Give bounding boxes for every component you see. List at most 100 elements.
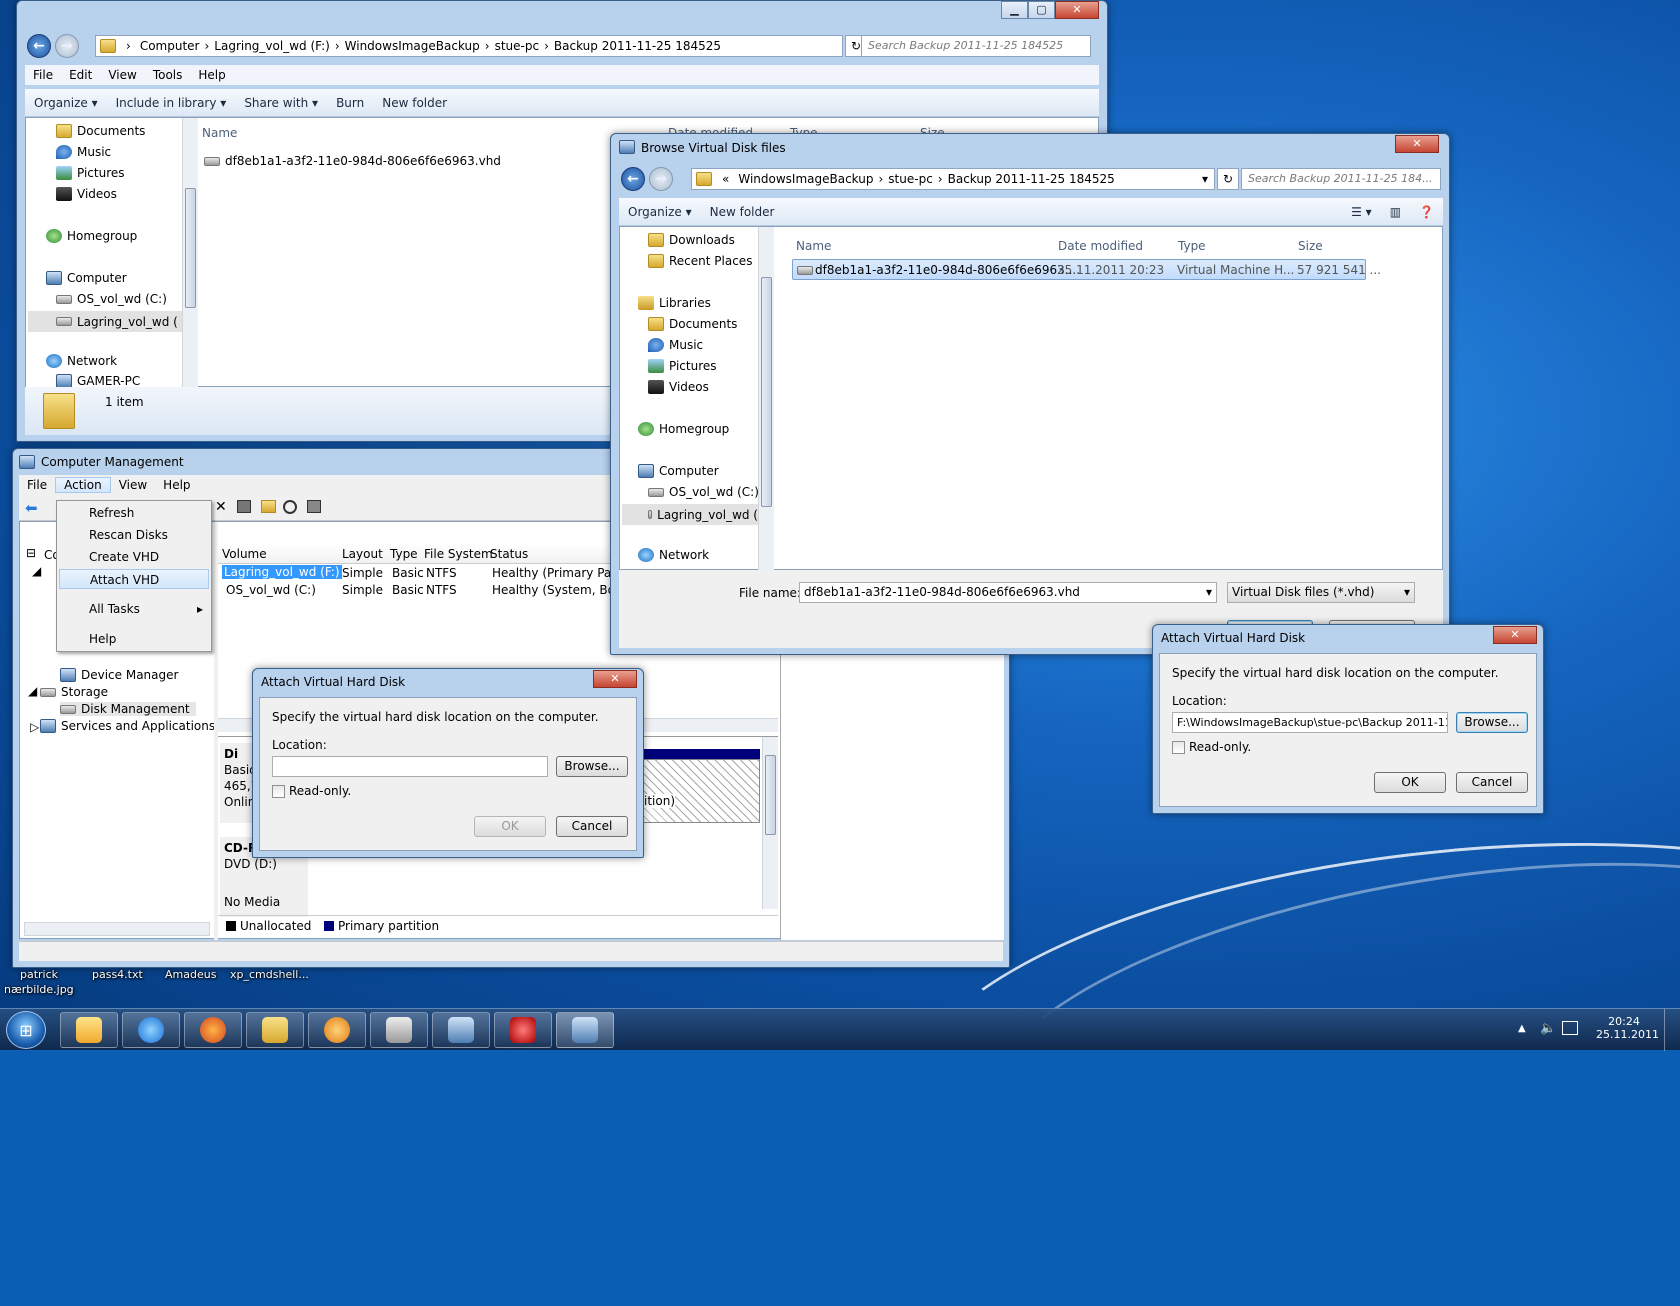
search-input[interactable]: Search Backup 2011-11-25 184525 <box>861 35 1091 57</box>
breadcrumb-item[interactable]: Backup 2011-11-25 184525 <box>943 172 1120 186</box>
taskbar-firefox[interactable] <box>184 1012 242 1048</box>
menu-item-help[interactable]: Help <box>57 629 211 649</box>
file-row[interactable]: df8eb1a1-a3f2-11e0-984d-806e6f6e6963.vhd <box>204 154 501 168</box>
breadcrumb-item[interactable]: stue-pc <box>490 39 545 53</box>
desktop-icon-label[interactable]: Amadeus <box>165 968 216 981</box>
taskbar-computer-management[interactable] <box>556 1012 614 1048</box>
nav-network[interactable]: Network <box>638 548 709 562</box>
tree-expander[interactable]: ▷ <box>30 720 39 734</box>
close-button[interactable]: ✕ <box>593 670 637 688</box>
refresh-button[interactable]: ↻ <box>1217 168 1239 190</box>
show-hidden-icons[interactable]: ▲ <box>1518 1023 1526 1034</box>
new-folder-button[interactable]: New folder <box>701 205 784 219</box>
nav-drive-c[interactable]: OS_vol_wd (C:) <box>56 292 167 306</box>
network-tray-icon[interactable] <box>1562 1021 1578 1035</box>
column-layout[interactable]: Layout <box>342 547 383 561</box>
desktop-icon-label[interactable]: nærbilde.jpg <box>4 983 74 996</box>
tree-expander[interactable]: ◢ <box>32 564 41 578</box>
column-name[interactable]: Name <box>202 126 237 140</box>
taskbar-media-player[interactable] <box>308 1012 366 1048</box>
organize-button[interactable]: Organize ▾ <box>25 96 107 110</box>
column-type[interactable]: Type <box>1178 239 1206 253</box>
address-bar[interactable]: › Computer › Lagring_vol_wd (F:) › Windows… <box>95 35 843 57</box>
menu-help[interactable]: Help <box>155 478 198 492</box>
back-arrow-icon[interactable]: ⬅ <box>25 499 38 517</box>
tree-expander[interactable]: ⊟ <box>26 546 36 560</box>
taskbar-network-app[interactable] <box>432 1012 490 1048</box>
breadcrumb-item[interactable]: Computer <box>135 39 205 53</box>
minimize-button[interactable]: ▁ <box>1001 1 1028 19</box>
menu-tools[interactable]: Tools <box>145 68 191 82</box>
breadcrumb-item[interactable]: WindowsImageBackup <box>340 39 485 53</box>
nav-pictures[interactable]: Pictures <box>648 359 717 373</box>
nav-pictures[interactable]: Pictures <box>56 166 125 180</box>
taskbar-ie[interactable] <box>122 1012 180 1048</box>
file-type-select[interactable]: Virtual Disk files (*.vhd) ▾ <box>1227 582 1415 603</box>
nav-documents[interactable]: Documents <box>56 124 145 138</box>
view-options-icon[interactable]: ☰ ▾ <box>1342 205 1381 219</box>
search-input[interactable]: Search Backup 2011-11-25 184... <box>1241 168 1441 190</box>
nav-homegroup[interactable]: Homegroup <box>46 229 137 243</box>
nav-downloads[interactable]: Downloads <box>648 233 735 247</box>
column-size[interactable]: Size <box>1298 239 1323 253</box>
nav-videos[interactable]: Videos <box>56 187 117 201</box>
menu-file[interactable]: File <box>25 68 61 82</box>
nav-libraries[interactable]: Libraries <box>638 296 711 310</box>
menu-help[interactable]: Help <box>190 68 233 82</box>
tree-disk-management[interactable]: Disk Management <box>60 702 196 716</box>
volume-name[interactable]: OS_vol_wd (C:) <box>226 583 316 597</box>
forward-button[interactable]: → <box>55 34 79 58</box>
scroll-thumb[interactable] <box>761 277 772 507</box>
preview-pane-icon[interactable]: ▥ <box>1381 205 1410 219</box>
address-bar[interactable]: « WindowsImageBackup › stue-pc › Backup 20… <box>691 168 1215 190</box>
ok-button[interactable]: OK <box>474 816 546 837</box>
properties-icon[interactable] <box>237 500 251 513</box>
browse-button[interactable]: Browse... <box>1456 712 1528 733</box>
location-input[interactable]: F:\WindowsImageBackup\stue-pc\Backup 201… <box>1172 712 1448 733</box>
breadcrumb-overflow[interactable]: « <box>718 172 733 186</box>
taskbar-outlook[interactable] <box>60 1012 118 1048</box>
scroll-thumb[interactable] <box>185 188 196 308</box>
chevron-down-icon[interactable]: ▾ <box>1404 583 1410 602</box>
nav-drive-c[interactable]: OS_vol_wd (C:) <box>648 485 759 499</box>
nav-drive-f[interactable]: Lagring_vol_wd ( <box>622 504 758 525</box>
include-in-library-button[interactable]: Include in library ▾ <box>107 96 236 110</box>
clock[interactable]: 20:24 25.11.2011 <box>1596 1015 1659 1041</box>
start-button[interactable]: ⊞ <box>6 1011 46 1049</box>
column-volume[interactable]: Volume <box>222 547 267 561</box>
partition-f[interactable]: :) artition) <box>624 759 760 823</box>
close-button[interactable]: ✕ <box>1055 1 1099 19</box>
column-date[interactable]: Date modified <box>1058 239 1143 253</box>
forward-button[interactable]: → <box>649 167 673 191</box>
checkbox-box[interactable] <box>272 784 285 798</box>
menu-edit[interactable]: Edit <box>61 68 100 82</box>
column-file-system[interactable]: File System <box>424 547 493 561</box>
breadcrumb-item[interactable]: Lagring_vol_wd (F:) <box>209 39 335 53</box>
search-icon[interactable] <box>283 500 297 514</box>
taskbar-calculator[interactable] <box>370 1012 428 1048</box>
nav-documents[interactable]: Documents <box>648 317 737 331</box>
back-button[interactable]: ← <box>621 167 645 191</box>
nav-computer[interactable]: Computer <box>638 464 719 478</box>
taskbar-explorer[interactable] <box>246 1012 304 1048</box>
chevron-down-icon[interactable]: ▾ <box>1202 172 1214 186</box>
readonly-checkbox[interactable]: Read-only. <box>1172 740 1251 754</box>
checkbox-box[interactable] <box>1172 740 1185 754</box>
volume-row-selected[interactable]: Lagring_vol_wd (F:) <box>222 565 342 579</box>
desktop-icon-label[interactable]: xp_cmdshell... <box>230 968 309 981</box>
tree-hscrollbar[interactable] <box>24 922 210 936</box>
show-desktop-button[interactable] <box>1664 1009 1678 1051</box>
nav-network[interactable]: Network <box>46 354 117 368</box>
share-with-button[interactable]: Share with ▾ <box>235 96 327 110</box>
burn-button[interactable]: Burn <box>327 96 373 110</box>
nav-music[interactable]: Music <box>648 338 703 352</box>
close-button[interactable]: ✕ <box>1493 626 1537 644</box>
help-icon[interactable]: ❓ <box>1410 205 1443 219</box>
column-status[interactable]: Status <box>490 547 528 561</box>
tree-services-applications[interactable]: Services and Applications <box>40 719 215 733</box>
nav-drive-f[interactable]: Lagring_vol_wd ( <box>28 311 182 332</box>
browse-button[interactable]: Browse... <box>556 756 628 777</box>
cancel-button[interactable]: Cancel <box>556 816 628 837</box>
column-type[interactable]: Type <box>390 547 418 561</box>
tree-storage[interactable]: Storage <box>40 685 108 699</box>
